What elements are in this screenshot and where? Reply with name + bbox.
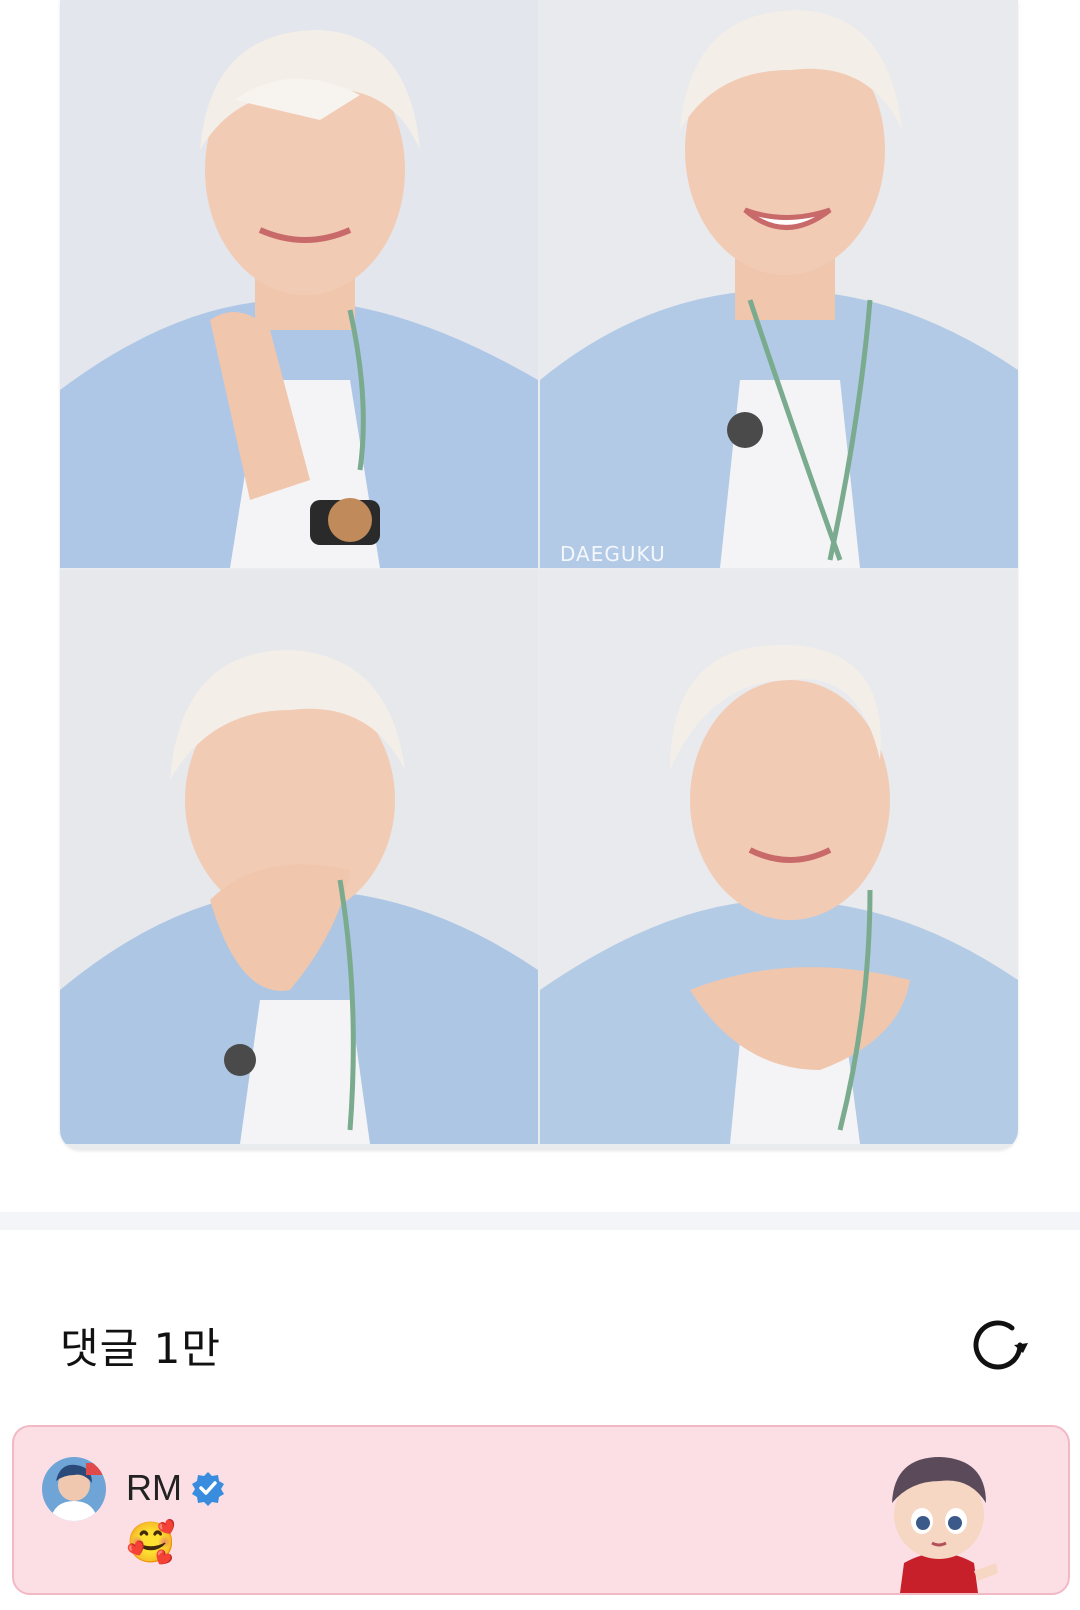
highlighted-artist-comment[interactable]: RM 🥰 (12, 1425, 1070, 1595)
avatar[interactable] (42, 1457, 106, 1521)
photo-panel-1 (60, 0, 538, 568)
character-sticker-image (892, 1457, 998, 1593)
post-photo-card[interactable]: DAEGUKU (60, 0, 1018, 1150)
person-photo-image (60, 0, 538, 568)
comment-text: 🥰 (126, 1520, 176, 1566)
person-photo-image (60, 570, 538, 1144)
photo-grid (60, 0, 1018, 1144)
author-name: RM (126, 1467, 182, 1508)
photo-panel-2 (540, 0, 1018, 568)
person-photo-image (540, 0, 1018, 568)
photo-panel-3 (60, 570, 538, 1144)
avatar-image (42, 1457, 106, 1521)
verified-badge-icon (192, 1472, 224, 1506)
refresh-icon (973, 1320, 1028, 1370)
comment-author[interactable]: RM (126, 1467, 226, 1509)
character-sticker (874, 1443, 1004, 1593)
photo-panel-4 (540, 570, 1018, 1144)
comments-header: 댓글 1만 (60, 1310, 1030, 1380)
post-detail-page: DAEGUKU 댓글 1만 RM 🥰 (0, 0, 1080, 1610)
section-divider (0, 1212, 1080, 1230)
refresh-button[interactable] (966, 1313, 1030, 1377)
comments-count-title: 댓글 1만 (60, 1323, 221, 1373)
photo-watermark: DAEGUKU (560, 542, 666, 566)
person-photo-image (540, 570, 1018, 1144)
